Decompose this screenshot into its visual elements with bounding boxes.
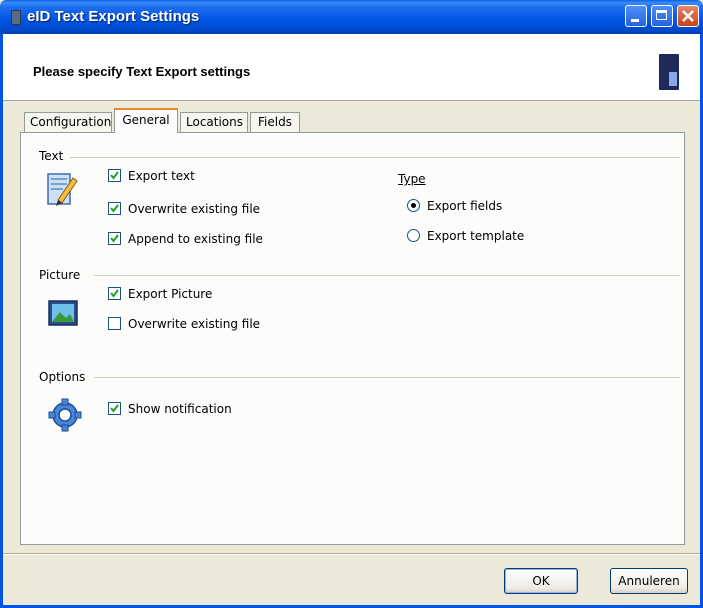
- show-notification-label: Show notification: [128, 402, 232, 416]
- export-fields-label: Export fields: [427, 199, 503, 213]
- overwrite-text-file-label: Overwrite existing file: [128, 202, 261, 216]
- group-divider-options: [94, 377, 680, 378]
- group-divider-text: [70, 157, 680, 158]
- dialog-window: eID Text Export Settings Please specify …: [0, 0, 703, 608]
- title-bar[interactable]: eID Text Export Settings: [0, 0, 703, 34]
- app-icon: [11, 10, 21, 25]
- checkmark-icon: [110, 204, 119, 213]
- group-label-picture: Picture: [39, 268, 81, 282]
- tab-fields[interactable]: Fields: [250, 112, 300, 132]
- tab-configuration[interactable]: Configuration: [24, 112, 112, 132]
- checkmark-icon: [110, 234, 119, 243]
- tab-general[interactable]: General: [114, 108, 178, 133]
- button-bar-divider: [3, 553, 700, 555]
- group-divider-picture: [94, 275, 680, 276]
- header-text: Please specify Text Export settings: [33, 64, 251, 79]
- export-text-checkbox[interactable]: [108, 169, 121, 182]
- minimize-button[interactable]: [625, 5, 647, 27]
- overwrite-picture-file-checkbox[interactable]: [108, 317, 121, 330]
- checkmark-icon: [110, 289, 119, 298]
- close-button[interactable]: [677, 5, 699, 27]
- show-notification-checkbox[interactable]: [108, 402, 121, 415]
- export-picture-label: Export Picture: [128, 287, 213, 301]
- tab-panel-general: [20, 132, 685, 545]
- maximize-button[interactable]: [651, 5, 673, 27]
- tab-locations[interactable]: Locations: [180, 112, 248, 132]
- checkmark-icon: [110, 404, 119, 413]
- dialog-header: Please specify Text Export settings: [3, 34, 700, 101]
- picture-icon: [48, 300, 78, 326]
- edit-document-icon: [47, 173, 78, 206]
- close-icon: [682, 10, 694, 22]
- export-template-radio[interactable]: [407, 229, 420, 242]
- overwrite-picture-file-label: Overwrite existing file: [128, 317, 261, 331]
- export-text-label: Export text: [128, 169, 195, 183]
- checkmark-icon: [110, 171, 119, 180]
- group-label-options: Options: [39, 370, 86, 384]
- group-label-text: Text: [39, 149, 64, 163]
- export-template-label: Export template: [427, 229, 525, 243]
- window-frame-left: [0, 34, 3, 608]
- append-text-file-label: Append to existing file: [128, 232, 263, 246]
- append-text-file-checkbox[interactable]: [108, 232, 121, 245]
- type-label: Type: [398, 172, 426, 186]
- logo-icon: [659, 54, 679, 90]
- ok-button[interactable]: OK: [504, 568, 578, 594]
- cancel-button[interactable]: Annuleren: [610, 568, 688, 594]
- export-fields-radio[interactable]: [407, 199, 420, 212]
- export-picture-checkbox[interactable]: [108, 287, 121, 300]
- gear-icon: [48, 398, 82, 432]
- window-title: eID Text Export Settings: [27, 8, 200, 25]
- overwrite-text-file-checkbox[interactable]: [108, 202, 121, 215]
